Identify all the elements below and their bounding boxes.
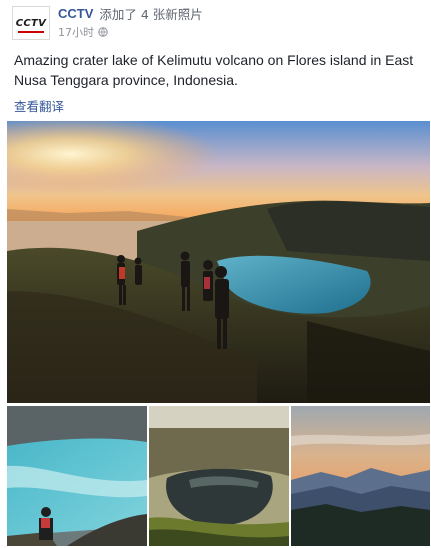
post-body-text: Amazing crater lake of Kelimutu volcano … — [14, 52, 414, 88]
photo-main-image — [7, 121, 430, 403]
post-timestamp[interactable]: 17小时 — [58, 24, 94, 40]
avatar-logo-accent — [18, 31, 44, 33]
post-action-text: 添加了 4 张新照片 — [99, 6, 203, 22]
globe-icon[interactable] — [98, 27, 108, 37]
photo-a-image — [7, 406, 147, 546]
post-meta: 17小时 — [58, 24, 108, 40]
facebook-post: CCTV CCTV 添加了 4 张新照片 17小时 Amazing crater… — [0, 0, 431, 548]
photo-crater-lake-sunrise[interactable] — [7, 121, 430, 403]
photo-c-image — [291, 406, 430, 546]
photo-dark-crater-lake[interactable] — [149, 406, 289, 546]
photo-sunrise-ridges[interactable] — [291, 406, 430, 546]
photo-b-image — [149, 406, 289, 546]
photo-turquoise-lake[interactable] — [7, 406, 147, 546]
page-avatar[interactable]: CCTV — [12, 6, 50, 40]
avatar-logo-text: CCTV — [15, 17, 47, 29]
see-translation-link[interactable]: 查看翻译 — [14, 96, 64, 115]
post-header: CCTV 添加了 4 张新照片 — [58, 4, 203, 22]
author-name-link[interactable]: CCTV — [58, 6, 93, 21]
